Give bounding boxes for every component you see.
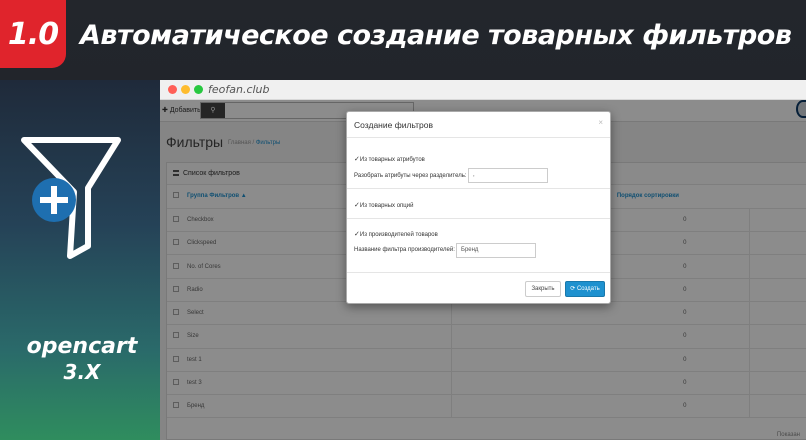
modal-title: Создание фильтров bbox=[354, 120, 434, 130]
close-button[interactable]: Закрыть bbox=[525, 281, 561, 297]
options-label: Из товарных опций bbox=[359, 203, 414, 209]
manufacturer-name-label: Название фильтра производителей: bbox=[354, 247, 455, 253]
manufacturers-label: Из производителей товаров bbox=[359, 232, 438, 238]
create-button[interactable]: ⟳ Создать bbox=[565, 281, 605, 297]
separator-label: Разобрать атрибуты через разделитель: bbox=[354, 173, 467, 179]
minimize-dot[interactable] bbox=[181, 85, 190, 94]
attributes-section: ✓Из товарных атрибутов Разобрать атрибут… bbox=[347, 138, 610, 189]
attributes-checkbox[interactable]: ✓Из товарных атрибутов bbox=[354, 155, 425, 163]
attributes-label: Из товарных атрибутов bbox=[359, 157, 425, 163]
refresh-icon: ⟳ bbox=[570, 286, 576, 292]
maximize-dot[interactable] bbox=[194, 85, 203, 94]
create-filters-modal: Создание фильтров × ✓Из товарных атрибут… bbox=[346, 111, 611, 304]
separator-input[interactable]: , bbox=[468, 168, 548, 183]
manufacturers-section: ✓Из производителей товаров Название филь… bbox=[347, 219, 610, 273]
options-section: ✓Из товарных опций bbox=[347, 189, 610, 219]
options-checkbox[interactable]: ✓Из товарных опций bbox=[354, 201, 413, 209]
platform-version: 3.X bbox=[63, 360, 101, 384]
create-label: Создать bbox=[576, 286, 600, 292]
manufacturers-checkbox[interactable]: ✓Из производителей товаров bbox=[354, 230, 438, 238]
url-text: feofan.club bbox=[208, 83, 270, 96]
headline: Автоматическое создание товарных фильтро… bbox=[80, 20, 792, 51]
filter-plus-icon bbox=[21, 137, 121, 259]
version-text: 1.0 bbox=[7, 16, 59, 52]
close-icon[interactable]: × bbox=[598, 118, 603, 127]
close-dot[interactable] bbox=[168, 85, 177, 94]
browser-titlebar: feofan.club bbox=[160, 80, 806, 100]
manufacturer-name-input[interactable]: Бренд bbox=[456, 243, 536, 258]
modal-footer: Закрыть ⟳ Создать bbox=[347, 273, 610, 305]
version-badge: 1.0 bbox=[0, 0, 66, 68]
platform-name: opencart bbox=[26, 334, 138, 359]
modal-header: Создание фильтров × bbox=[347, 112, 610, 138]
